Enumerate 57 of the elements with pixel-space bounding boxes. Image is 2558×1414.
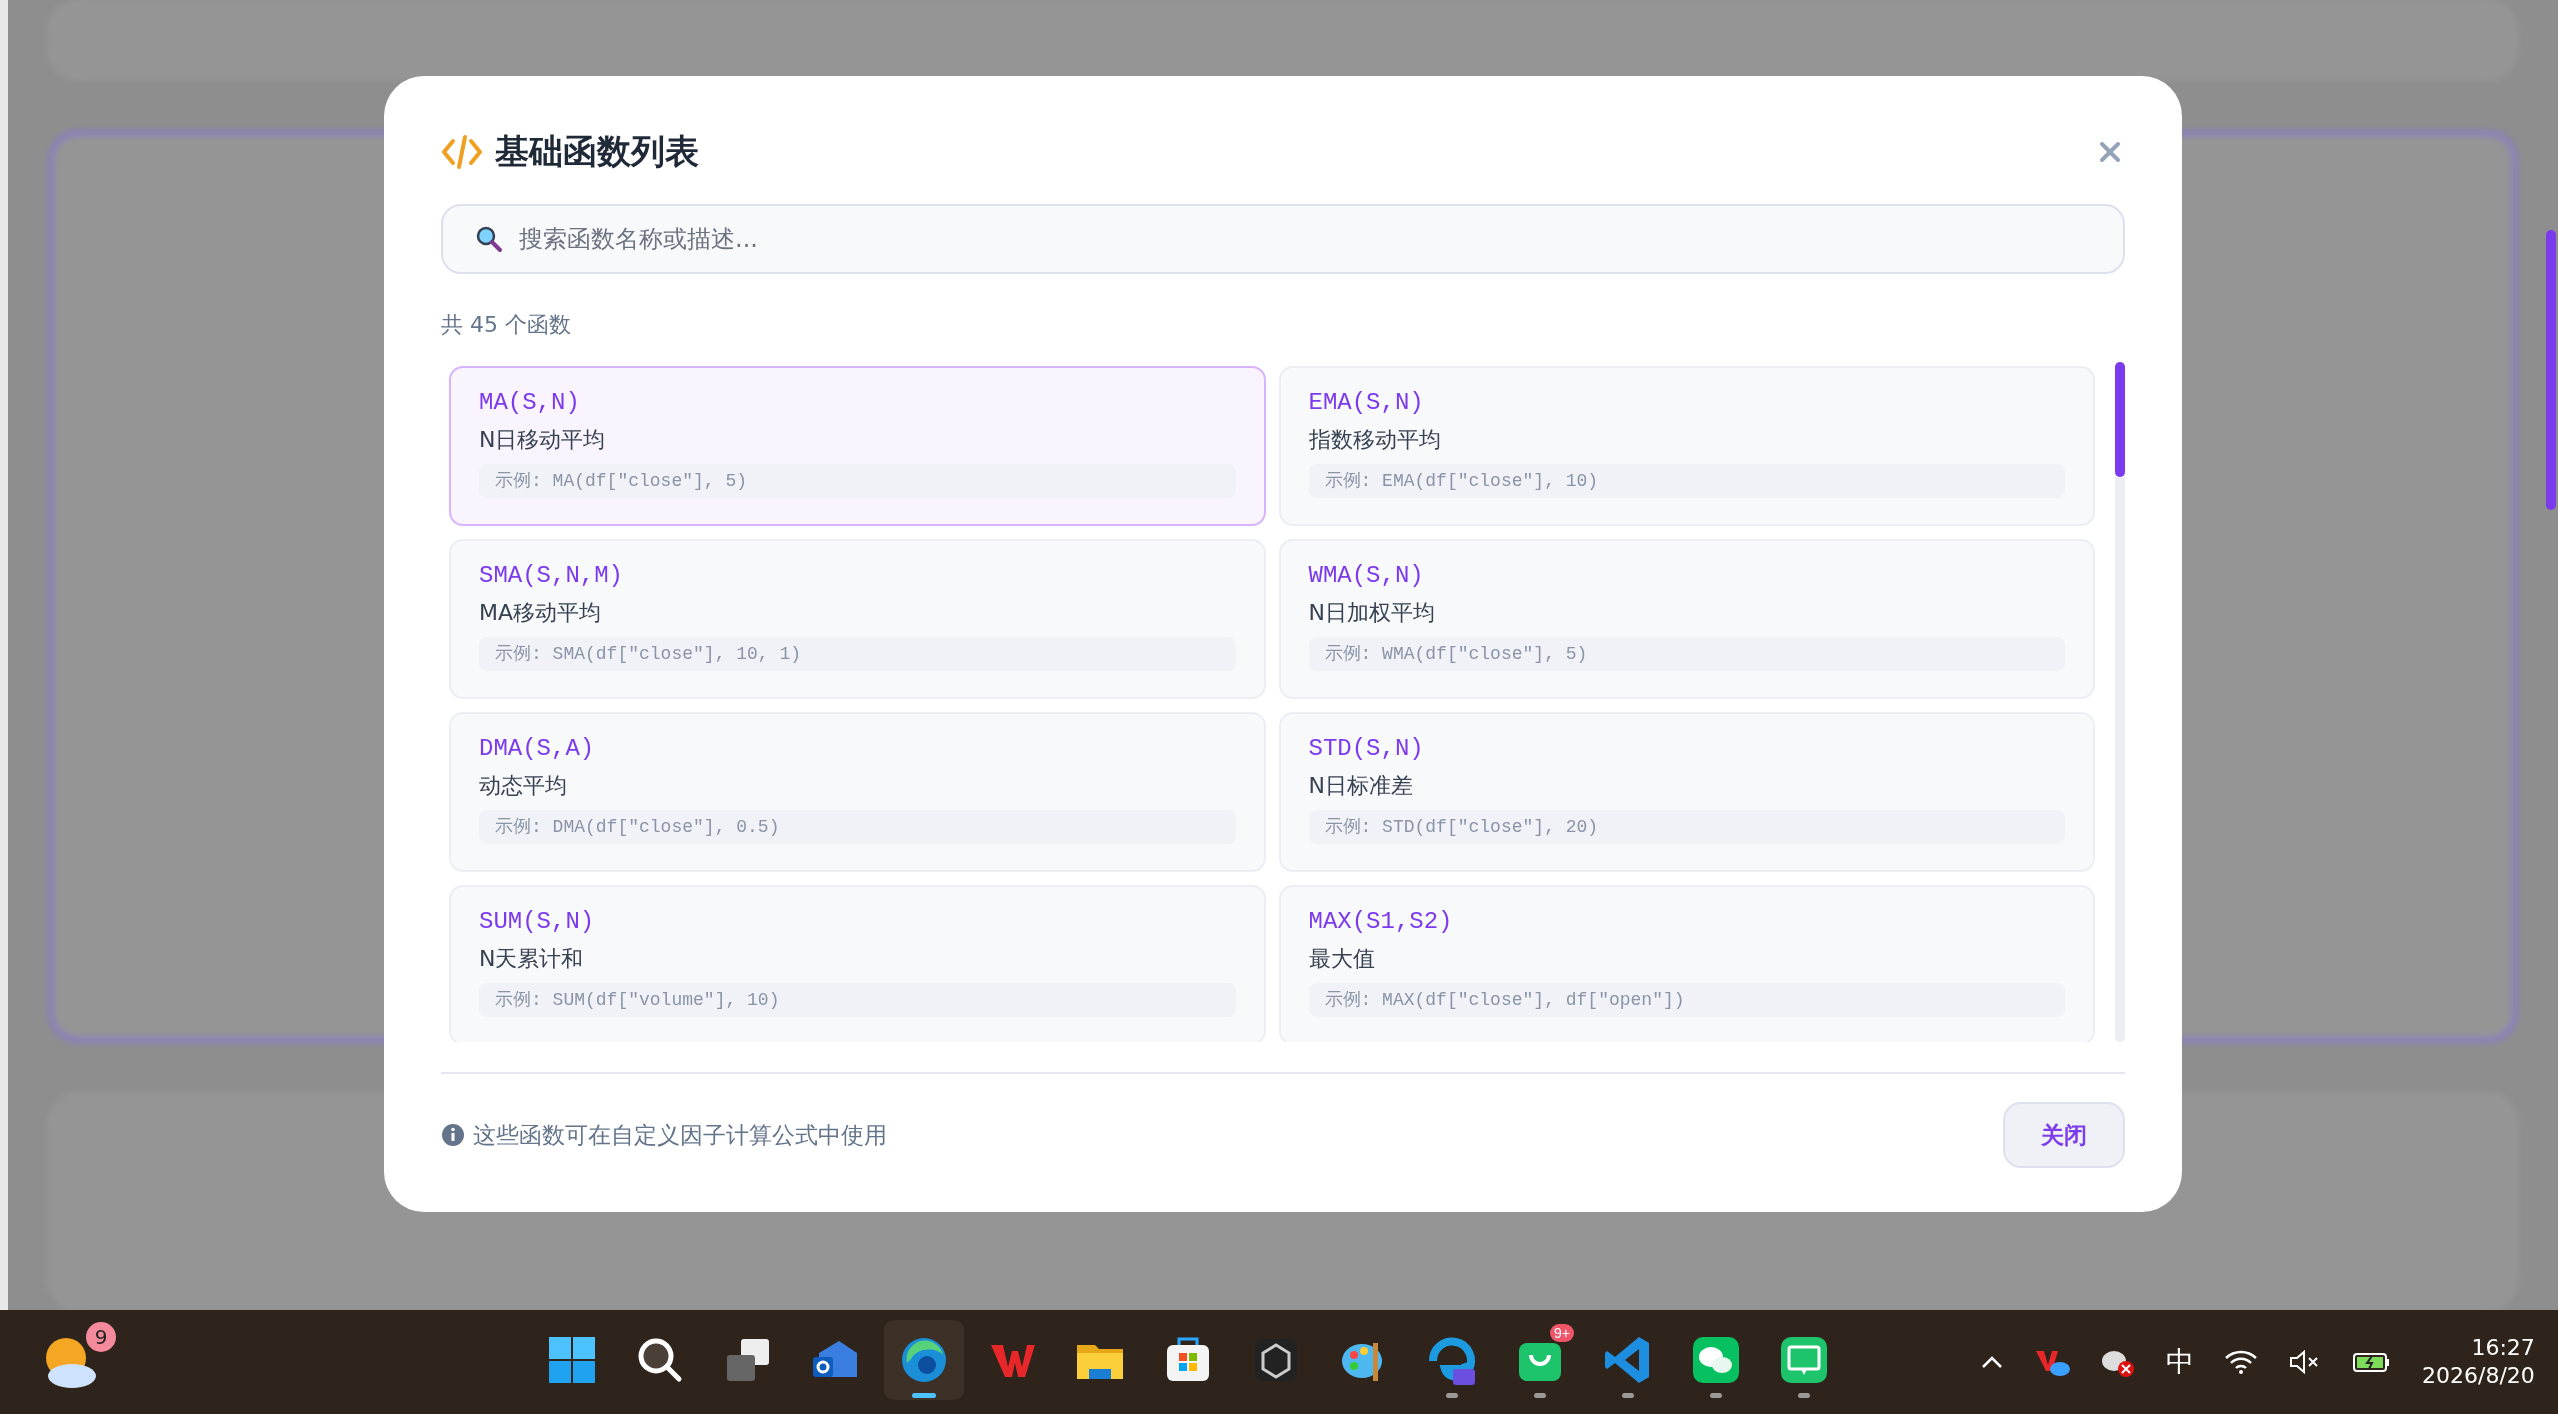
info-icon: [441, 1123, 465, 1147]
running-indicator: [1710, 1393, 1722, 1398]
function-name: SMA(S,N,M): [479, 561, 624, 591]
running-indicator: [912, 1393, 936, 1398]
running-indicator: [1798, 1393, 1810, 1398]
function-description: 指数移动平均: [1308, 426, 1441, 454]
function-name: MA(S,N): [479, 388, 580, 418]
function-example: 示例: STD(df["close"], 20): [1308, 810, 2065, 844]
function-name: STD(S,N): [1308, 734, 1424, 764]
function-card[interactable]: SMA(S,N,M) MA移动平均 示例: SMA(df["close"], 10, 1): [449, 539, 1266, 699]
function-card[interactable]: STD(S,N) N日标准差 示例: STD(df["close"], 20): [1278, 712, 2095, 872]
clock[interactable]: 16:27 2026/8/20: [2422, 1334, 2535, 1390]
function-description: 最大值: [1308, 945, 1375, 973]
search-field[interactable]: 搜索函数名称或描述...: [441, 204, 2125, 274]
running-indicator: [1446, 1393, 1458, 1398]
wifi-icon[interactable]: [2224, 1349, 2258, 1375]
function-example: 示例: MA(df["close"], 5): [479, 464, 1236, 498]
function-card[interactable]: MAX(S1,S2) 最大值 示例: MAX(df["close"], df["open"]): [1278, 885, 2095, 1042]
function-example: 示例: SUM(df["volume"], 10): [479, 983, 1236, 1017]
notification-badge: 9+: [1550, 1324, 1574, 1342]
function-example: 示例: DMA(df["close"], 0.5): [479, 810, 1236, 844]
clock-date: 2026/8/20: [2422, 1362, 2535, 1390]
function-name: MAX(S1,S2): [1308, 907, 1453, 937]
input-method[interactable]: 中: [2166, 1343, 2194, 1381]
weather-widget[interactable]: 9: [36, 1322, 116, 1398]
clock-time: 16:27: [2471, 1334, 2535, 1362]
function-example: 示例: MAX(df["close"], df["open"]): [1308, 983, 2065, 1017]
running-indicator: [1622, 1393, 1634, 1398]
function-description: N天累计和: [479, 945, 584, 973]
function-example: 示例: EMA(df["close"], 10): [1308, 464, 2065, 498]
search-icon: [475, 225, 503, 253]
scrollbar-thumb[interactable]: [2115, 362, 2125, 477]
function-description: 动态平均: [479, 772, 567, 800]
function-description: MA移动平均: [479, 599, 602, 627]
function-example: 示例: WMA(df["close"], 5): [1308, 637, 2065, 671]
function-card[interactable]: WMA(S,N) N日加权平均 示例: WMA(df["close"], 5): [1278, 539, 2095, 699]
function-card[interactable]: DMA(S,A) 动态平均 示例: DMA(df["close"], 0.5): [449, 712, 1266, 872]
function-description: N日加权平均: [1308, 599, 1435, 627]
dialog-title: 基础函数列表: [495, 130, 699, 173]
chevron-up-icon[interactable]: [1980, 1354, 2004, 1370]
function-name: WMA(S,N): [1308, 561, 1424, 591]
function-description: N日移动平均: [479, 426, 606, 454]
function-card[interactable]: MA(S,N) N日移动平均 示例: MA(df["close"], 5): [449, 366, 1266, 526]
running-indicator: [1534, 1393, 1546, 1398]
function-name: SUM(S,N): [479, 907, 595, 937]
close-button[interactable]: 关闭: [2003, 1102, 2125, 1168]
function-name: DMA(S,A): [479, 734, 595, 764]
function-count: 共 45 个函数: [441, 311, 572, 339]
function-name: EMA(S,N): [1308, 388, 1424, 418]
function-description: N日标准差: [1308, 772, 1413, 800]
taskbar-app[interactable]: [884, 1320, 964, 1400]
footer-note: 这些函数可在自定义因子计算公式中使用: [473, 1120, 887, 1150]
code-icon: [441, 133, 483, 171]
function-card[interactable]: EMA(S,N) 指数移动平均 示例: EMA(df["close"], 10): [1278, 366, 2095, 526]
function-card[interactable]: SUM(S,N) N天累计和 示例: SUM(df["volume"], 10): [449, 885, 1266, 1042]
function-example: 示例: SMA(df["close"], 10, 1): [479, 637, 1236, 671]
notification-badge: 9: [86, 1322, 116, 1352]
